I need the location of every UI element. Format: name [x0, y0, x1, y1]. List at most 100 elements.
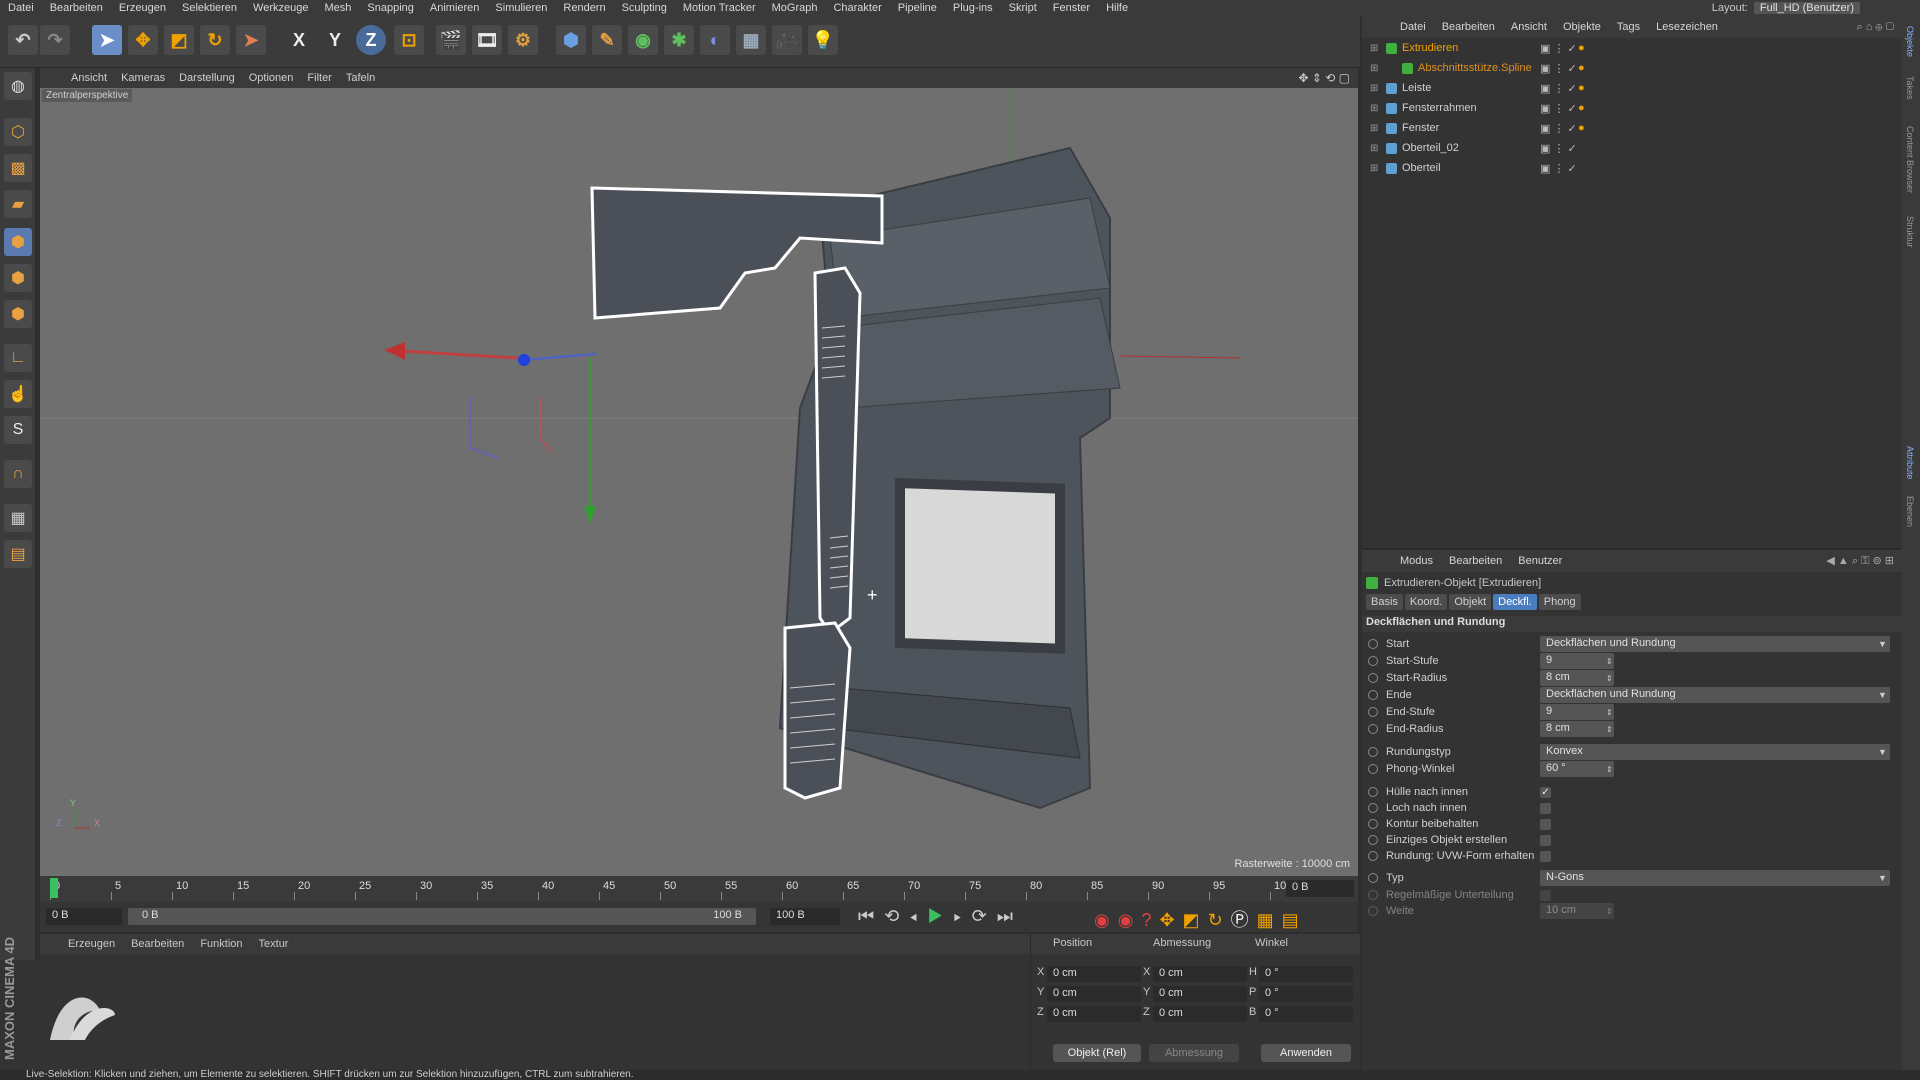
expand-icon[interactable]: ⊞	[1370, 123, 1378, 134]
stepper-icon[interactable]: ⇕	[1606, 674, 1613, 683]
stepper-icon[interactable]: ⇕	[1606, 765, 1613, 774]
attribute-number-field[interactable]: 8 cm	[1540, 721, 1614, 737]
am-tab[interactable]: Koord.	[1404, 594, 1448, 610]
side-tab[interactable]: Takes	[1905, 76, 1915, 100]
animation-radio-icon[interactable]	[1368, 639, 1378, 649]
attribute-number-field[interactable]: 60 °	[1540, 761, 1614, 777]
om-menu-lesezeichen[interactable]: Lesezeichen	[1648, 21, 1726, 33]
animation-radio-icon[interactable]	[1368, 707, 1378, 717]
magnet-icon[interactable]: ∩	[4, 460, 32, 488]
timeline-playhead[interactable]	[50, 878, 58, 898]
animation-radio-icon[interactable]	[1368, 873, 1378, 883]
rotate-tool-icon[interactable]: ↻	[200, 25, 230, 55]
menu-item-rendern[interactable]: Rendern	[555, 2, 613, 14]
previous-frame-icon[interactable]: ◂	[909, 906, 927, 926]
tag-icon[interactable]: ●	[1578, 82, 1585, 94]
menu-item-simulieren[interactable]: Simulieren	[487, 2, 555, 14]
expand-icon[interactable]: ⊞	[1370, 43, 1378, 54]
material-menu-textur[interactable]: Textur	[251, 938, 297, 950]
tag-icon[interactable]: ●	[1578, 122, 1585, 134]
am-menu-bearbeiten[interactable]: Bearbeiten	[1441, 555, 1510, 567]
visibility-toggle-icon[interactable]: ▣ ⋮ ✓	[1540, 142, 1577, 155]
snap-icon[interactable]: S	[4, 416, 32, 444]
start-frame-field[interactable]: 0 B	[46, 908, 122, 925]
attribute-checkbox[interactable]	[1540, 802, 1551, 814]
menu-item-plugins[interactable]: Plug-ins	[945, 2, 1001, 14]
material-menu-bearbeiten[interactable]: Bearbeiten	[123, 938, 192, 950]
visibility-toggle-icon[interactable]: ▣ ⋮ ✓	[1540, 122, 1577, 135]
am-tab[interactable]: Deckfl.	[1493, 594, 1537, 610]
object-row[interactable]: ⊞ Abschnittsstütze.Spline ▣ ⋮ ✓ ●	[1362, 58, 1902, 78]
recent-tool-icon[interactable]: ➤	[236, 25, 266, 55]
menu-item-mesh[interactable]: Mesh	[316, 2, 359, 14]
animation-radio-icon[interactable]	[1368, 819, 1378, 829]
viewport-menu-darstellung[interactable]: Darstellung	[172, 72, 242, 84]
object-name[interactable]: Fenster	[1402, 122, 1439, 134]
render-picture-viewer-icon[interactable]: 🎞	[472, 25, 502, 55]
go-to-end-icon[interactable]: ⏭	[997, 906, 1023, 926]
object-row[interactable]: ⊞ Fensterrahmen ▣ ⋮ ✓ ●	[1362, 98, 1902, 118]
side-tab[interactable]: Struktur	[1905, 216, 1915, 248]
attribute-checkbox[interactable]	[1540, 818, 1551, 830]
previous-key-icon[interactable]: ⟲	[884, 906, 909, 926]
object-name[interactable]: Abschnittsstütze.Spline	[1418, 62, 1532, 74]
am-menu-modus[interactable]: Modus	[1392, 555, 1441, 567]
workplane-icon[interactable]: ▰	[4, 190, 32, 218]
animation-radio-icon[interactable]	[1368, 690, 1378, 700]
menu-item-datei[interactable]: Datei	[0, 2, 42, 14]
expand-icon[interactable]: ⊞	[1370, 103, 1378, 114]
axis-mode-icon[interactable]: ∟	[4, 344, 32, 372]
object-name[interactable]: Oberteil	[1402, 162, 1441, 174]
attribute-checkbox[interactable]	[1540, 889, 1551, 901]
tag-icon[interactable]: ●	[1578, 62, 1585, 74]
attribute-dropdown[interactable]: Konvex	[1540, 744, 1890, 760]
animation-radio-icon[interactable]	[1368, 764, 1378, 774]
om-menu-ansicht[interactable]: Ansicht	[1503, 21, 1555, 33]
timeline-window-icon[interactable]: ▤	[1282, 910, 1307, 930]
points-mode-icon[interactable]: ⬢	[4, 228, 32, 256]
play-icon[interactable]: ▶	[927, 906, 953, 926]
deformer-icon[interactable]: ◐	[700, 25, 730, 55]
light-icon[interactable]: 💡	[808, 25, 838, 55]
render-view-icon[interactable]: 🎬	[436, 25, 466, 55]
current-frame-field[interactable]: 0 B	[1286, 880, 1354, 897]
redo-icon[interactable]: ↷	[40, 25, 70, 55]
move-tool-icon[interactable]: ✥	[128, 25, 158, 55]
viewport-menu-optionen[interactable]: Optionen	[242, 72, 301, 84]
viewport-menu-filter[interactable]: Filter	[300, 72, 338, 84]
animation-radio-icon[interactable]	[1368, 656, 1378, 666]
axis-y-toggle[interactable]: Y	[320, 25, 350, 55]
object-name[interactable]: Fensterrahmen	[1402, 102, 1477, 114]
om-search-icon[interactable]: ⌕ ⌂ ⊕ ▢	[1856, 21, 1894, 34]
texture-mode-icon[interactable]: ▩	[4, 154, 32, 182]
stepper-icon[interactable]: ⇕	[1606, 725, 1613, 734]
menu-item-pipeline[interactable]: Pipeline	[890, 2, 945, 14]
record-keys-icon[interactable]: ◉	[1094, 910, 1118, 930]
tag-icon[interactable]: ●	[1578, 42, 1585, 54]
object-name[interactable]: Leiste	[1402, 82, 1431, 94]
visibility-toggle-icon[interactable]: ▣ ⋮ ✓	[1540, 102, 1577, 115]
scale-key-icon[interactable]: ◩	[1183, 910, 1208, 930]
cube-primitive-icon[interactable]: ⬢	[556, 25, 586, 55]
object-row[interactable]: ⊞ Fenster ▣ ⋮ ✓ ●	[1362, 118, 1902, 138]
attribute-checkbox[interactable]	[1540, 834, 1551, 846]
animation-radio-icon[interactable]	[1368, 906, 1378, 916]
timeline-ruler[interactable]: 0510152025303540455055606570758085909510…	[40, 876, 1358, 902]
menu-item-selektieren[interactable]: Selektieren	[174, 2, 245, 14]
menu-item-snapping[interactable]: Snapping	[359, 2, 422, 14]
attribute-number-field[interactable]: 9	[1540, 653, 1614, 669]
object-row[interactable]: ⊞ Leiste ▣ ⋮ ✓ ●	[1362, 78, 1902, 98]
scale-tool-icon[interactable]: ◩	[164, 25, 194, 55]
coordinate-mode-dropdown[interactable]: Objekt (Rel)	[1053, 1044, 1141, 1062]
animation-radio-icon[interactable]	[1368, 851, 1378, 861]
floor-icon[interactable]: ▦	[736, 25, 766, 55]
size-mode-dropdown[interactable]: Abmessung	[1149, 1044, 1239, 1062]
menu-item-mograph[interactable]: MoGraph	[764, 2, 826, 14]
om-menu-tags[interactable]: Tags	[1609, 21, 1648, 33]
object-name[interactable]: Oberteil_02	[1402, 142, 1459, 154]
attribute-checkbox[interactable]	[1540, 850, 1551, 862]
om-menu-datei[interactable]: Datei	[1392, 21, 1434, 33]
side-tab[interactable]: Attribute	[1905, 446, 1915, 480]
viewport-menu-kameras[interactable]: Kameras	[114, 72, 172, 84]
visibility-toggle-icon[interactable]: ▣ ⋮ ✓	[1540, 82, 1577, 95]
